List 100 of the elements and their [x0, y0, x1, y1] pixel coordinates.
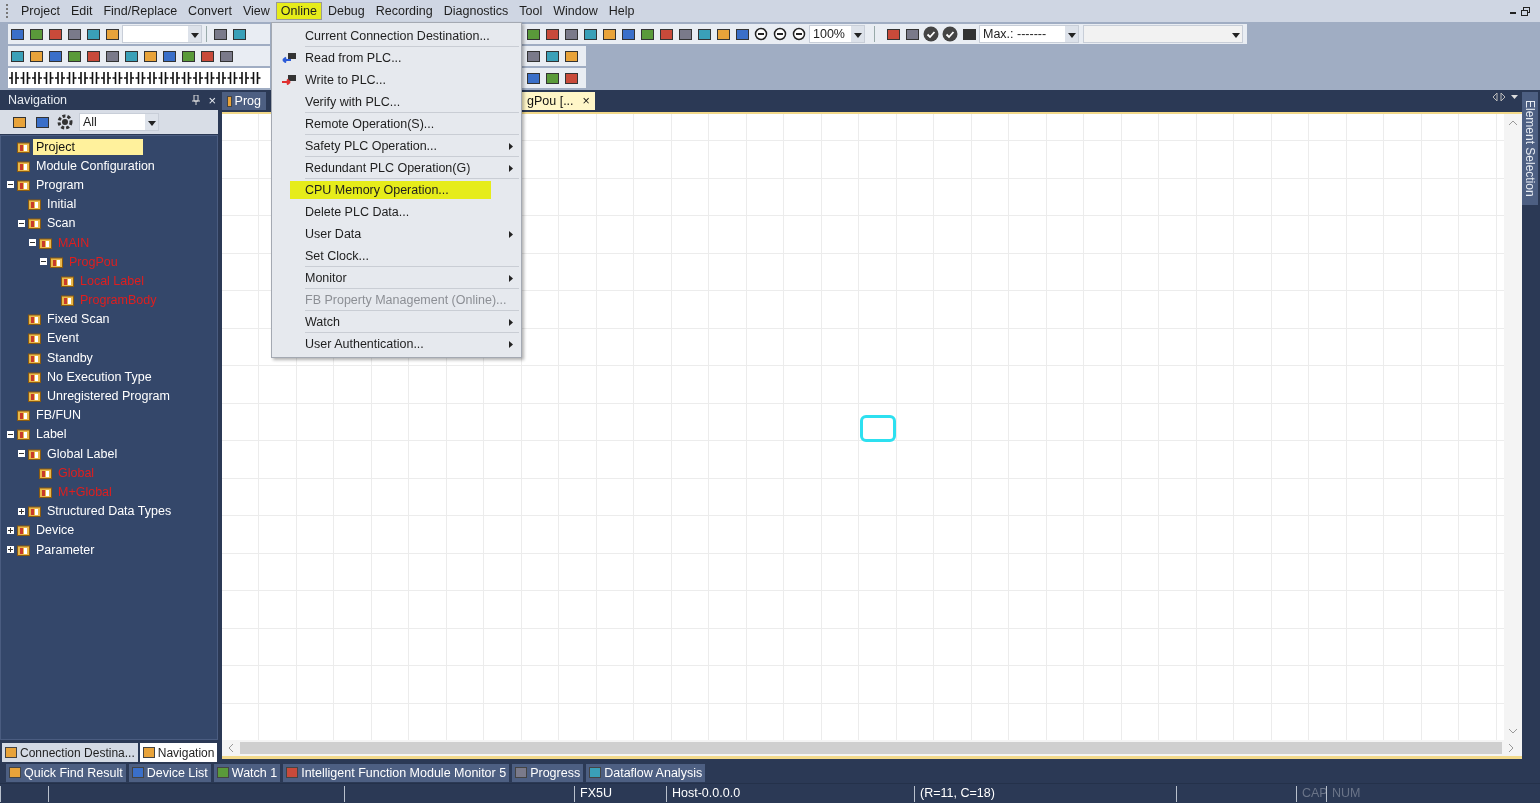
tree-item[interactable]: Scan [44, 215, 79, 232]
expander-icon[interactable] [7, 430, 14, 438]
folder-icon [28, 390, 41, 403]
menu-item[interactable]: Recording [370, 2, 438, 20]
tree-item[interactable]: No Execution Type [44, 368, 155, 385]
menu-item[interactable]: Online [275, 2, 322, 20]
folder-icon [17, 178, 30, 191]
close-button[interactable]: × [208, 92, 216, 108]
expander-icon[interactable] [18, 507, 25, 515]
tree-item[interactable]: Global Label [44, 445, 121, 462]
status-field: Host-0.0.0.0 [666, 786, 914, 802]
tree-item[interactable]: Label [33, 426, 70, 443]
panel-tab[interactable]: Navigation [139, 743, 218, 762]
menu-item[interactable]: Help [603, 2, 640, 20]
menu-option[interactable]: Remote Operation(S)... [305, 114, 435, 133]
tree-item[interactable]: Event [44, 330, 82, 347]
menu-item[interactable]: Window [548, 2, 603, 20]
menu-option[interactable]: Current Connection Destination... [305, 26, 490, 45]
expander-icon[interactable] [7, 546, 14, 554]
restore-icon[interactable] [1521, 6, 1530, 16]
menu-option[interactable]: Redundant PLC Operation(G) [305, 158, 471, 177]
side-panel-tab[interactable]: Element Selection [1522, 92, 1538, 205]
menu-option[interactable]: Write to PLC... [305, 70, 387, 89]
menu-option[interactable]: User Authentication... [305, 334, 424, 353]
docked-tab[interactable]: Dataflow Analysis [586, 763, 706, 782]
docked-tab[interactable]: Progress [512, 763, 584, 782]
tree-item[interactable]: Unregistered Program [44, 388, 173, 405]
tree-item[interactable]: Initial [44, 196, 80, 213]
folder-icon [28, 370, 41, 383]
status-field: FX5U [574, 786, 666, 802]
check-icon[interactable] [942, 26, 958, 42]
cursor-box [860, 415, 896, 442]
tree-item[interactable]: Parameter [33, 541, 98, 558]
docked-tab[interactable]: Device List [128, 763, 211, 782]
zoom-icon[interactable] [790, 25, 808, 43]
folder-icon [28, 351, 41, 364]
menu-option[interactable]: Verify with PLC... [305, 92, 401, 111]
tree-item[interactable]: FB/FUN [33, 407, 85, 424]
menu-option[interactable]: Watch [305, 312, 340, 331]
menu-option[interactable]: Safety PLC Operation... [305, 136, 437, 155]
editor-tab[interactable]: Prog [222, 92, 266, 110]
tree-item[interactable]: Module Configuration [33, 157, 158, 174]
folder-icon [28, 505, 41, 518]
zoom-icon[interactable] [752, 25, 770, 43]
tree-item[interactable]: Project [33, 138, 143, 155]
folder-icon [61, 294, 74, 307]
max-combo[interactable]: Max.: ------- [979, 25, 1079, 43]
menu-item[interactable]: Debug [322, 2, 370, 20]
folder-icon [50, 255, 63, 268]
vertical-scrollbar[interactable] [1504, 114, 1522, 740]
scroll-down-icon[interactable] [1508, 728, 1518, 734]
folder-icon [61, 274, 74, 287]
check-icon[interactable] [923, 26, 939, 42]
scroll-up-icon[interactable] [1508, 120, 1518, 126]
zoom-icon[interactable] [771, 25, 789, 43]
menu-option[interactable]: Monitor [305, 268, 347, 287]
folder-icon [39, 485, 52, 498]
folder-icon [28, 198, 41, 211]
horizontal-scrollbar[interactable] [222, 740, 1522, 759]
folder-icon [39, 236, 52, 249]
menu-item[interactable]: Tool [514, 2, 548, 20]
folder-icon [28, 217, 41, 230]
tree-item[interactable]: Structured Data Types [44, 503, 175, 520]
folder-icon [39, 466, 52, 479]
editor-tab[interactable]: gPou [... × [522, 92, 595, 110]
folder-icon [28, 313, 41, 326]
menu-option[interactable]: User Data [305, 224, 362, 243]
folder-icon [28, 332, 41, 345]
scroll-right-icon[interactable] [1508, 743, 1514, 753]
expander-icon[interactable] [18, 219, 25, 227]
tree-item[interactable]: Standby [44, 349, 96, 366]
menu-item[interactable]: Edit [65, 2, 98, 20]
docked-tab[interactable]: Watch 1 [213, 763, 281, 782]
expander-icon[interactable] [7, 181, 14, 189]
docked-tab[interactable]: Quick Find Result [6, 763, 126, 782]
menu-option[interactable]: Set Clock... [305, 246, 369, 265]
tree-item[interactable]: Device [33, 522, 78, 539]
tree-item[interactable]: Program [33, 176, 87, 193]
folder-icon [28, 447, 41, 460]
menu-item[interactable]: Convert [183, 2, 237, 20]
menu-item[interactable]: Project [16, 2, 65, 20]
tree-item[interactable]: Fixed Scan [44, 311, 113, 328]
pin-icon[interactable] [192, 95, 201, 105]
menu-option[interactable]: Read from PLC... [305, 48, 402, 67]
expander-icon[interactable] [18, 450, 25, 458]
menu-item[interactable]: Diagnostics [438, 2, 514, 20]
panel-tab[interactable]: Connection Destina... [2, 743, 138, 762]
menu-option[interactable]: Delete PLC Data... [305, 202, 410, 221]
menu-item[interactable]: View [237, 2, 275, 20]
menu-item[interactable]: Find/Replace [98, 2, 183, 20]
scroll-left-icon[interactable] [228, 743, 234, 753]
expander-icon[interactable] [40, 258, 47, 266]
menu-option[interactable]: CPU Memory Operation... [290, 180, 491, 199]
zoom-combo[interactable]: 100% [809, 25, 865, 43]
filter-combo[interactable]: All [79, 113, 159, 131]
tab-scroll-icon[interactable] [1492, 93, 1518, 101]
expander-icon[interactable] [29, 239, 36, 247]
expander-icon[interactable] [7, 526, 14, 534]
status-field: (R=11, C=18) [914, 786, 1176, 802]
docked-tab[interactable]: Intelligent Function Module Monitor 5 [283, 763, 510, 782]
